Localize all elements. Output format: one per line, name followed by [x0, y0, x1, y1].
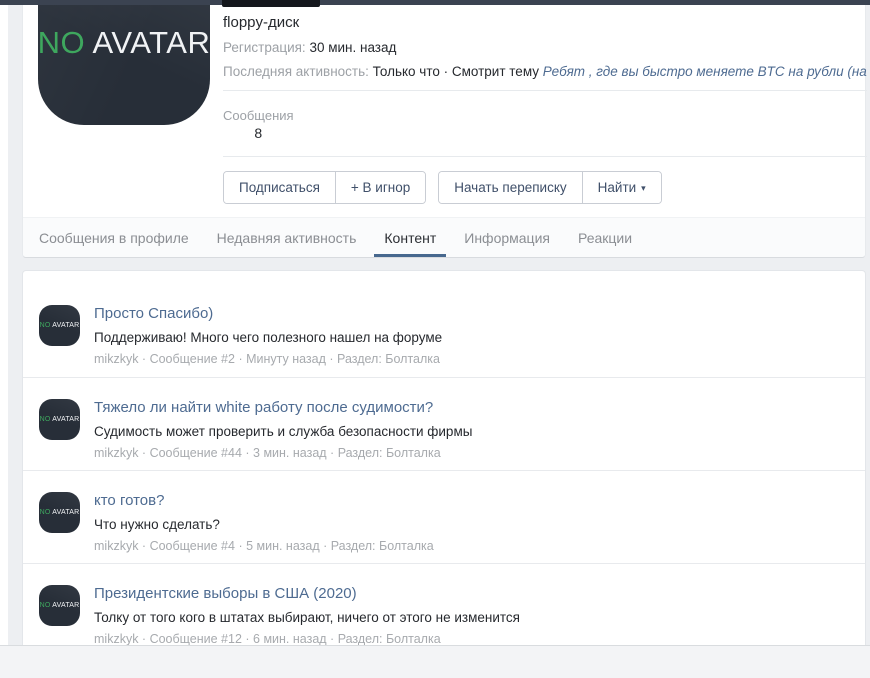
- message-ref-link[interactable]: Сообщение #12: [138, 632, 241, 646]
- post-snippet: Судимость может проверить и служба безоп…: [94, 424, 473, 439]
- section-link[interactable]: Раздел: Болталка: [326, 352, 440, 366]
- tab-recent-activity[interactable]: Недавняя активность: [207, 218, 367, 257]
- profile-info: floppy-диск Регистрация: 30 мин. назад П…: [223, 5, 870, 204]
- chevron-down-icon: ▾: [641, 183, 646, 193]
- content-item: NO AVATAR кто готов? Что нужно сделать? …: [23, 470, 865, 563]
- no-avatar-word-text: AVATAR: [52, 322, 80, 329]
- registration-value: 30 мин. назад: [309, 40, 397, 55]
- tab-reactions[interactable]: Реакции: [568, 218, 642, 257]
- section-link[interactable]: Раздел: Болталка: [320, 539, 434, 553]
- no-avatar-no-text: NO: [39, 602, 51, 609]
- footer-bar: [0, 645, 870, 678]
- no-avatar-word-text: AVATAR: [52, 416, 80, 423]
- no-avatar-placeholder: NO AVATAR: [40, 416, 80, 423]
- ignore-button[interactable]: + В игнор: [334, 172, 426, 203]
- tab-content[interactable]: Контент: [374, 218, 447, 257]
- thread-avatar[interactable]: NO AVATAR: [39, 585, 80, 626]
- post-meta: mikzkykСообщение #45 мин. назадРаздел: Б…: [94, 539, 845, 554]
- profile-header-card: NO AVATAR floppy-диск Регистрация: 30 ми…: [22, 5, 870, 258]
- thread-avatar[interactable]: NO AVATAR: [39, 305, 80, 346]
- thread-title-link[interactable]: Президентские выборы в США (2020): [94, 584, 845, 603]
- post-time-link[interactable]: 3 мин. назад: [242, 446, 327, 460]
- header-divider-1: [223, 90, 867, 91]
- conversation-find-button-group: Начать переписку Найти ▾: [438, 171, 662, 204]
- no-avatar-no-text: NO: [39, 416, 51, 423]
- post-snippet: Толку от того кого в штатах выбирают, ни…: [94, 610, 520, 625]
- last-activity-row: Последняя активность: Только что · Смотр…: [223, 63, 870, 80]
- thread-avatar[interactable]: NO AVATAR: [39, 492, 80, 533]
- profile-tab-strip: Сообщения в профиле Недавняя активность …: [23, 217, 865, 257]
- author-link[interactable]: mikzkyk: [94, 352, 138, 366]
- no-avatar-no-text: NO: [39, 322, 51, 329]
- thread-title-link[interactable]: Тяжело ли найти white работу после судим…: [94, 398, 845, 417]
- last-activity-value: Только что · Смотрит тему: [372, 64, 540, 79]
- post-time-link[interactable]: Минуту назад: [235, 352, 326, 366]
- content-item: NO AVATAR Просто Спасибо) Поддерживаю! М…: [23, 284, 865, 377]
- message-ref-link[interactable]: Сообщение #2: [138, 352, 235, 366]
- section-link[interactable]: Раздел: Болталка: [327, 632, 441, 646]
- author-link[interactable]: mikzkyk: [94, 446, 138, 460]
- no-avatar-placeholder: NO AVATAR: [40, 509, 80, 516]
- thread-title-link[interactable]: Просто Спасибо): [94, 304, 845, 323]
- no-avatar-word-text: AVATAR: [52, 602, 80, 609]
- watched-topic-link[interactable]: Ребят , где вы быстро меняете BTC на руб…: [543, 64, 870, 79]
- content-list-card: NO AVATAR Просто Спасибо) Поддерживаю! М…: [22, 270, 866, 678]
- post-time-link[interactable]: 6 мин. назад: [242, 632, 327, 646]
- follow-button[interactable]: Подписаться: [224, 172, 335, 203]
- no-avatar-word-text: AVATAR: [92, 25, 211, 60]
- profile-username: floppy-диск: [223, 14, 300, 31]
- thread-title-link[interactable]: кто готов?: [94, 491, 845, 510]
- no-avatar-placeholder: NO AVATAR: [40, 602, 80, 609]
- no-avatar-placeholder: NO AVATAR: [40, 322, 80, 329]
- messages-stat[interactable]: Сообщения 8: [223, 108, 294, 142]
- author-link[interactable]: mikzkyk: [94, 539, 138, 553]
- start-conversation-button[interactable]: Начать переписку: [439, 172, 582, 203]
- registration-label: Регистрация:: [223, 40, 306, 55]
- content-item: NO AVATAR Президентские выборы в США (20…: [23, 563, 865, 656]
- no-avatar-no-text: NO: [39, 509, 51, 516]
- tab-information[interactable]: Информация: [454, 218, 560, 257]
- tab-profile-posts[interactable]: Сообщения в профиле: [29, 218, 199, 257]
- follow-ignore-button-group: Подписаться + В игнор: [223, 171, 427, 204]
- thread-avatar[interactable]: NO AVATAR: [39, 399, 80, 440]
- message-ref-link[interactable]: Сообщение #44: [138, 446, 241, 460]
- messages-stat-label: Сообщения: [223, 108, 294, 123]
- post-snippet: Что нужно сделать?: [94, 517, 220, 532]
- post-meta: mikzkykСообщение #443 мин. назадРаздел: …: [94, 446, 845, 461]
- section-link[interactable]: Раздел: Болталка: [327, 446, 441, 460]
- profile-actions: Подписаться + В игнор Начать переписку Н…: [223, 171, 865, 204]
- no-avatar-placeholder: NO AVATAR: [38, 25, 211, 125]
- post-snippet: Поддерживаю! Много чего полезного нашел …: [94, 330, 443, 345]
- message-ref-link[interactable]: Сообщение #4: [138, 539, 235, 553]
- no-avatar-no-text: NO: [37, 25, 86, 60]
- no-avatar-word-text: AVATAR: [52, 509, 80, 516]
- registration-row: Регистрация: 30 мин. назад: [223, 39, 865, 56]
- find-button-label: Найти: [597, 180, 637, 195]
- top-navigation-bar: [0, 0, 870, 5]
- profile-avatar[interactable]: NO AVATAR: [38, 5, 210, 125]
- last-activity-label: Последняя активность:: [223, 64, 369, 79]
- header-divider-2: [223, 156, 867, 157]
- post-time-link[interactable]: 5 мин. назад: [235, 539, 320, 553]
- find-button[interactable]: Найти ▾: [581, 172, 661, 203]
- messages-stat-value: 8: [254, 125, 263, 141]
- author-link[interactable]: mikzkyk: [94, 632, 138, 646]
- post-meta: mikzkykСообщение #2Минуту назадРаздел: Б…: [94, 352, 845, 367]
- content-item: NO AVATAR Тяжело ли найти white работу п…: [23, 377, 865, 470]
- username-banner-remnant: [222, 0, 320, 7]
